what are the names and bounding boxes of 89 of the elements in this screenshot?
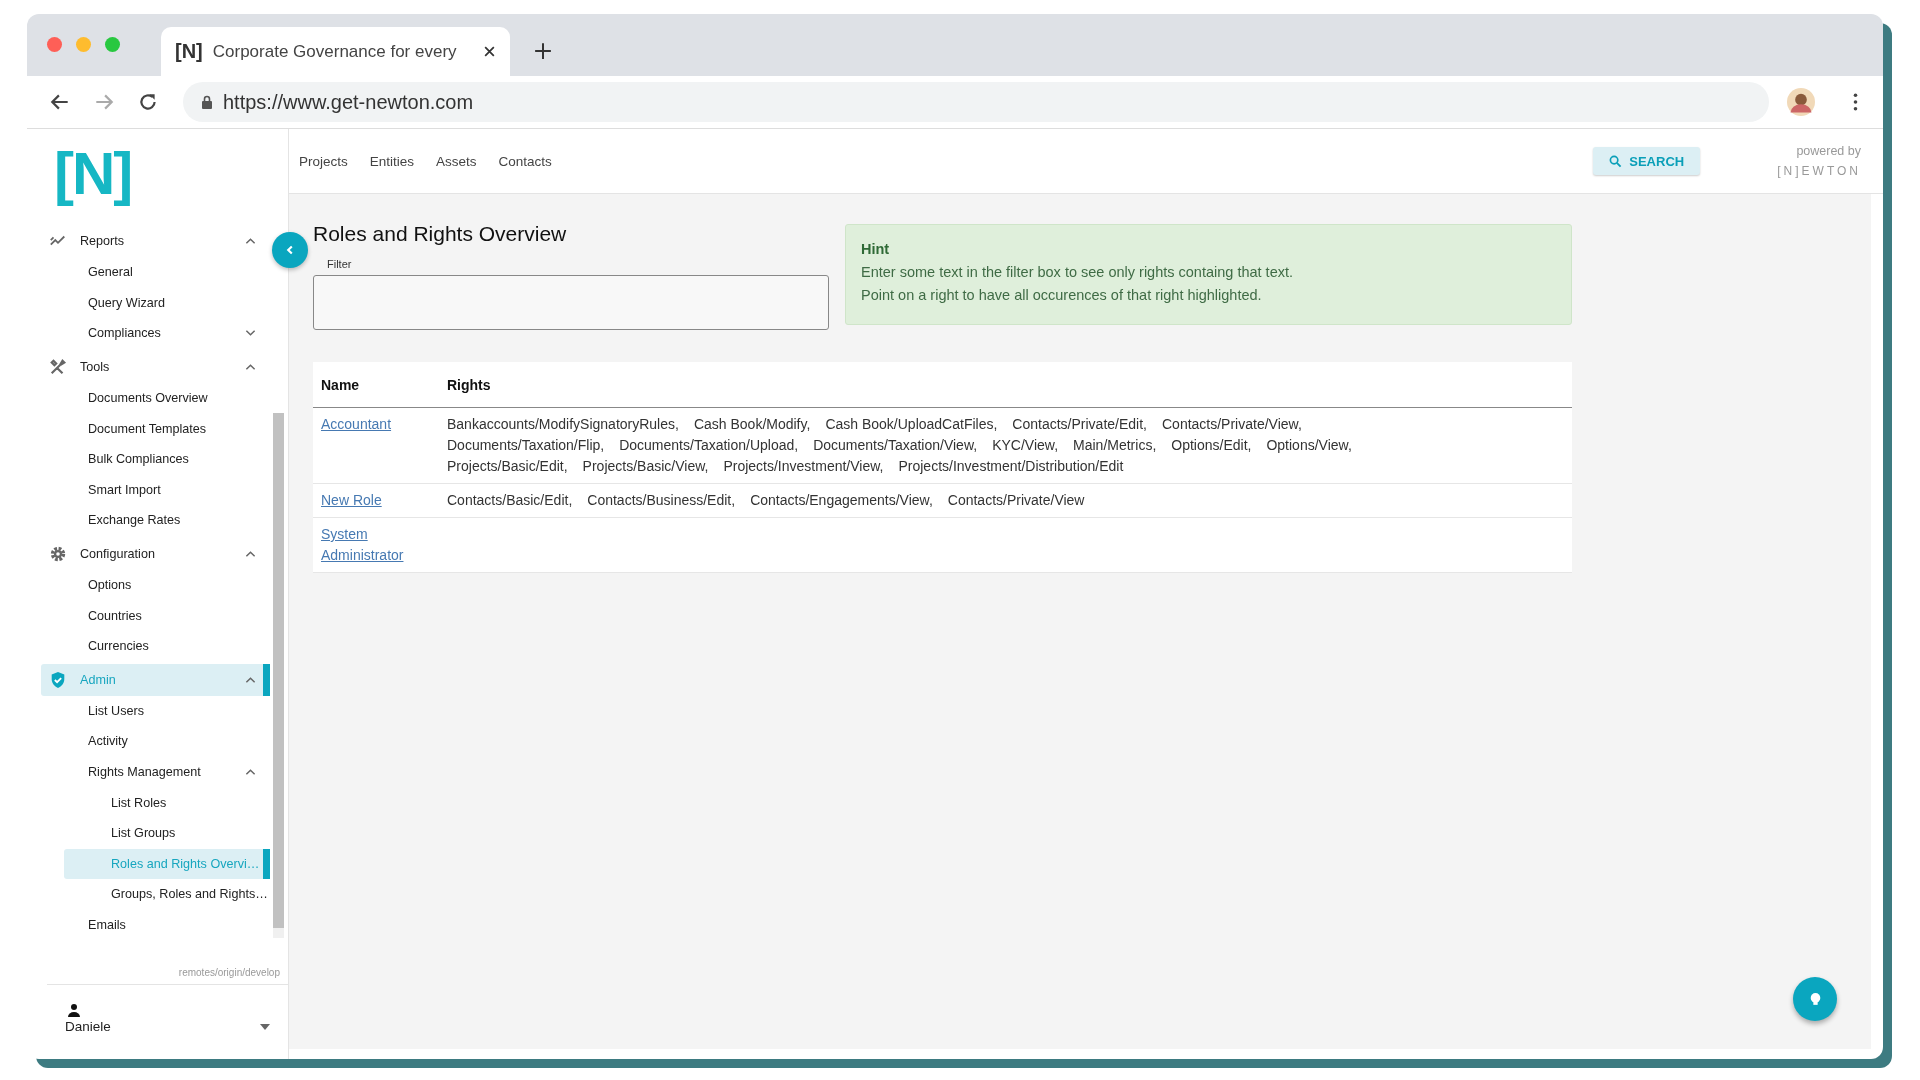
search-icon xyxy=(1609,154,1623,168)
chevron-icon xyxy=(245,675,256,684)
gear-icon xyxy=(49,544,67,563)
role-link[interactable]: Accountant xyxy=(321,414,392,435)
right-item[interactable]: Contacts/Engagements/View, xyxy=(750,490,933,511)
sidebar-item[interactable]: Query Wizard xyxy=(41,287,270,319)
right-item[interactable]: Projects/Investment/Distribution/Edit xyxy=(898,456,1124,477)
chevron-icon xyxy=(245,549,256,558)
shield-check-icon xyxy=(49,670,67,689)
right-item[interactable]: Contacts/Private/View, xyxy=(1162,414,1302,435)
right-item[interactable]: Projects/Basic/Edit, xyxy=(447,456,568,477)
right-item[interactable]: Options/Edit, xyxy=(1171,435,1252,456)
chevron-icon xyxy=(245,768,256,776)
close-window-icon[interactable] xyxy=(47,37,62,52)
user-icon xyxy=(67,1003,81,1017)
sidebar-item[interactable]: List Groups xyxy=(64,817,270,849)
lock-icon xyxy=(201,95,213,109)
collapse-sidebar-button[interactable] xyxy=(272,232,308,268)
nav-link[interactable]: Entities xyxy=(369,153,415,169)
filter-field[interactable] xyxy=(313,275,829,330)
chevron-icon xyxy=(245,329,256,338)
caret-icon xyxy=(260,1023,270,1030)
selection-indicator xyxy=(263,663,270,696)
nav-link[interactable]: Contacts xyxy=(498,153,552,169)
powered-by-label: powered by xyxy=(1796,144,1861,158)
chevron-icon xyxy=(245,362,256,371)
sidebar-item[interactable]: Activity xyxy=(41,726,270,757)
maximize-window-icon[interactable] xyxy=(105,37,120,52)
menu-icon[interactable] xyxy=(1853,93,1858,111)
address-bar[interactable]: https://www.get-newton.com xyxy=(183,82,1769,122)
hint-text: Point on a right to have all occurences of that right highlighted. xyxy=(861,287,1263,303)
right-item[interactable]: Options/View, xyxy=(1266,435,1352,456)
browser-tab[interactable]: [N] Corporate Governance for every xyxy=(161,27,510,76)
column-header: Name xyxy=(313,362,439,408)
sidebar-item[interactable]: Configuration xyxy=(41,537,270,570)
sidebar-item[interactable]: Document Templates xyxy=(41,413,270,444)
sidebar-item[interactable]: Reports xyxy=(41,225,270,257)
right-item[interactable]: Cash Book/Modify, xyxy=(693,414,811,435)
selection-indicator xyxy=(263,848,270,880)
right-item[interactable]: Contacts/Basic/Edit, xyxy=(447,490,573,511)
user-menu[interactable]: Daniele xyxy=(65,1019,288,1034)
right-item[interactable]: Main/Metrics, xyxy=(1073,435,1157,456)
filter-label: Filter xyxy=(327,258,353,270)
new-tab-icon[interactable] xyxy=(534,42,552,60)
right-item[interactable]: Bankaccounts/ModifySignatoryRules, xyxy=(447,414,679,435)
avatar-icon[interactable] xyxy=(1787,88,1815,116)
sidebar-item[interactable]: Bulk Compliances xyxy=(41,443,270,475)
sidebar-item[interactable]: Exchange Rates xyxy=(41,505,270,536)
right-item[interactable]: Documents/Taxation/Flip, xyxy=(447,435,605,456)
sidebar-item[interactable]: Options xyxy=(41,569,270,601)
sidebar-item[interactable]: List Users xyxy=(41,695,270,727)
scrollbar[interactable] xyxy=(273,413,284,938)
role-link[interactable]: System Administrator xyxy=(321,524,431,566)
hint-text: Enter some text in the filter box to see only rights containg that text. xyxy=(861,264,1294,280)
tab-title: Corporate Governance for every xyxy=(212,41,458,62)
sidebar-item[interactable]: Currencies xyxy=(41,630,270,662)
sidebar-item[interactable]: Documents Overview xyxy=(41,382,270,414)
column-header: Rights xyxy=(439,362,1572,408)
chevron-icon xyxy=(245,237,256,245)
right-item[interactable]: Contacts/Business/Edit, xyxy=(587,490,736,511)
right-item[interactable]: Cash Book/UploadCatFiles, xyxy=(825,414,998,435)
right-item[interactable]: Contacts/Private/View xyxy=(947,490,1085,511)
sidebar-item[interactable]: Smart Import xyxy=(41,474,270,506)
page-title: Roles and Rights Overview xyxy=(313,222,568,246)
right-item[interactable]: Projects/Investment/View, xyxy=(723,456,884,477)
sidebar-item[interactable]: Countries xyxy=(41,600,270,631)
branch-label: remotes/origin/develop xyxy=(47,967,288,985)
sidebar-item[interactable]: Compliances xyxy=(41,318,270,349)
sidebar-item[interactable]: Emails xyxy=(41,909,270,941)
nav-link[interactable]: Projects xyxy=(299,153,348,169)
sidebar-item[interactable]: Rights Management xyxy=(41,756,270,788)
right-item[interactable]: KYC/View, xyxy=(992,435,1059,456)
hint-title: Hint xyxy=(861,241,891,257)
sidebar-item[interactable]: General xyxy=(41,257,270,288)
tab-favicon: [N] xyxy=(175,40,203,63)
help-button[interactable] xyxy=(1793,977,1837,1021)
close-icon[interactable] xyxy=(483,45,496,58)
nav-link[interactable]: Assets xyxy=(436,153,477,169)
lightbulb-icon xyxy=(1808,991,1822,1007)
role-link[interactable]: New Role xyxy=(321,490,382,511)
sidebar-item[interactable]: List Roles xyxy=(64,787,270,818)
right-item[interactable]: Documents/Taxation/Upload, xyxy=(619,435,799,456)
right-item[interactable]: Contacts/Private/Edit, xyxy=(1012,414,1147,435)
right-item[interactable]: Projects/Basic/View, xyxy=(582,456,709,477)
right-item[interactable]: Documents/Taxation/View, xyxy=(813,435,978,456)
reload-icon[interactable] xyxy=(137,91,159,113)
tools-icon xyxy=(49,357,67,376)
sidebar-item[interactable]: Groups, Roles and Rights… xyxy=(64,879,270,910)
sidebar-item[interactable]: Tools xyxy=(41,350,270,383)
